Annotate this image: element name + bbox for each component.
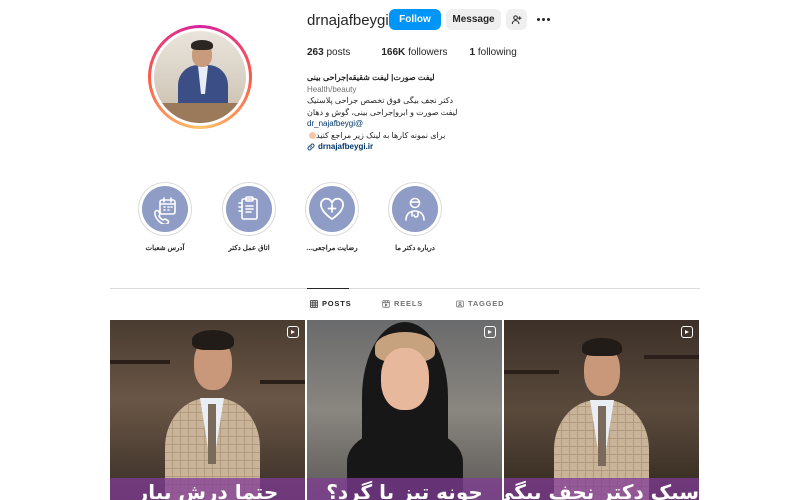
reel-indicator-icon <box>681 326 693 338</box>
highlight-label: اتاق عمل دکتر <box>228 245 270 252</box>
pointing-hand-icon <box>309 131 316 139</box>
highlight-ring <box>222 182 276 236</box>
highlight-ring <box>305 182 359 236</box>
highlight-cover <box>392 186 438 232</box>
person-hair <box>582 338 622 356</box>
post-caption: حتما درش بیار <box>136 480 279 500</box>
bio-mention-link[interactable]: dr_najafbeygi@ <box>307 118 507 130</box>
tab-label: REELS <box>394 299 424 308</box>
link-icon <box>307 143 315 151</box>
tab-posts[interactable]: POSTS <box>310 299 351 308</box>
tab-label: POSTS <box>322 299 352 308</box>
bio-line: برای نمونه کارها به لینک زیر مراجع کنید <box>307 130 507 142</box>
person-face <box>381 348 429 410</box>
tabs-divider <box>110 288 700 289</box>
reels-icon <box>382 299 390 308</box>
highlight-label: رضایت مراجعی... <box>306 245 358 252</box>
active-tab-indicator <box>307 288 349 289</box>
tagged-icon <box>456 300 464 307</box>
suggested-users-button[interactable] <box>506 9 527 30</box>
more-options-icon[interactable] <box>533 9 553 30</box>
background-shelf <box>110 360 170 364</box>
post-thumbnail[interactable]: حتما درش بیار <box>110 320 305 500</box>
full-name: لیفت صورت| لیفت شقیقه|جراحی بینی <box>307 73 435 82</box>
posts-stat[interactable]: 263 posts <box>307 47 350 58</box>
tab-label: TAGGED <box>468 299 505 308</box>
person-tie <box>598 406 606 466</box>
following-stat[interactable]: 1 following <box>470 47 517 58</box>
highlight-about-doctor[interactable]: درباره دکتر ما <box>388 182 442 252</box>
heart-plus-icon <box>320 197 344 221</box>
profile-category: Health/beauty <box>307 84 357 94</box>
highlight-ring <box>138 182 192 236</box>
highlight-cover <box>226 186 272 232</box>
external-link[interactable]: drnajafbeygi.ir <box>307 141 507 153</box>
highlight-operating-room[interactable]: اتاق عمل دکتر <box>222 182 276 252</box>
highlight-cover <box>142 186 188 232</box>
background-shelf <box>504 370 559 374</box>
tab-tagged[interactable]: TAGGED <box>456 299 504 308</box>
username: drnajafbeygi <box>307 12 389 29</box>
highlight-label: آدرس شعبات <box>145 245 185 252</box>
avatar-desk <box>154 103 246 123</box>
avatar-image <box>154 31 246 123</box>
highlight-ring <box>388 182 442 236</box>
person-tie <box>208 404 216 464</box>
person-hair <box>192 330 234 350</box>
grid-icon <box>310 299 318 308</box>
post-caption: سبک دکتر نجف بیگی <box>504 480 699 500</box>
bio-line: دکتر نجف بیگی فوق تخصص جراحی پلاستیک <box>307 96 454 105</box>
add-user-icon <box>511 15 522 25</box>
post-thumbnail[interactable]: سبک دکتر نجف بیگی <box>504 320 699 500</box>
highlight-addresses[interactable]: آدرس شعبات <box>138 182 192 252</box>
doctor-icon <box>405 197 425 221</box>
post-caption: چونه تیز یا گرد؟ <box>326 480 483 500</box>
message-button[interactable]: Message <box>446 9 501 30</box>
avatar-hair <box>191 40 213 50</box>
reel-indicator-icon <box>484 326 496 338</box>
avatar-border <box>151 28 249 126</box>
post-thumbnail[interactable]: چونه تیز یا گرد؟ <box>307 320 502 500</box>
tab-reels[interactable]: REELS <box>382 299 423 308</box>
profile-avatar[interactable] <box>148 25 252 129</box>
background-shelf <box>644 355 699 359</box>
highlight-cover <box>309 186 355 232</box>
profile-bio: لیفت صورت| لیفت شقیقه|جراحی بینی Health/… <box>307 72 507 153</box>
reel-indicator-icon <box>287 326 299 338</box>
bio-line: لیفت صورت و ابرو|جراحی بینی، گوش و دهان <box>307 107 458 117</box>
highlight-label: درباره دکتر ما <box>395 245 435 252</box>
follow-button[interactable]: Follow <box>389 9 441 30</box>
clipboard-document-icon <box>238 196 258 220</box>
background-shelf <box>260 380 305 384</box>
followers-stat[interactable]: 166K followers <box>381 47 447 58</box>
phone-calendar-icon <box>154 197 176 224</box>
highlight-testimonials[interactable]: رضایت مراجعی... <box>305 182 359 252</box>
profile-stats: 263 posts 166K followers 1 following <box>307 47 548 58</box>
